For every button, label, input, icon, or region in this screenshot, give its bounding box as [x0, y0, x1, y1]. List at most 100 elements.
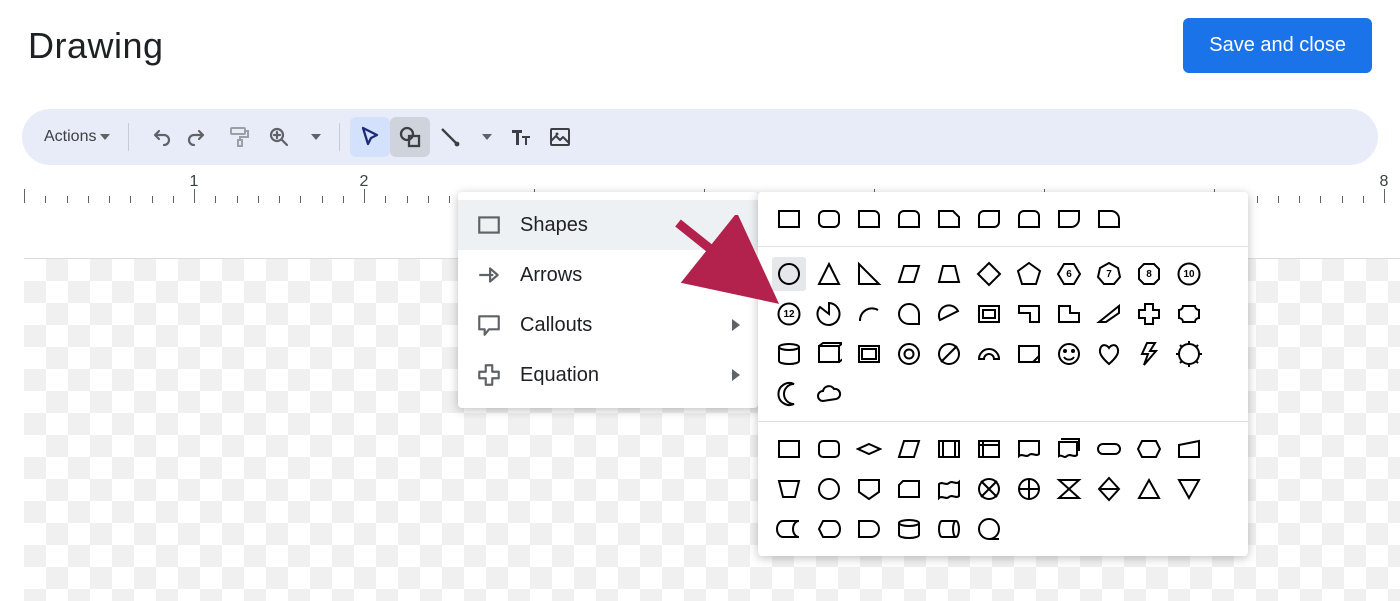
shape-arc[interactable]	[852, 297, 886, 331]
text-icon	[508, 125, 532, 149]
submenu-arrow-icon	[732, 319, 740, 331]
shape-summing[interactable]	[972, 472, 1006, 506]
shape-diamond[interactable]	[972, 257, 1006, 291]
shape-card[interactable]	[892, 472, 926, 506]
shape-display[interactable]	[812, 512, 846, 546]
shape-parallelogram[interactable]	[892, 257, 926, 291]
menu-item-equation[interactable]: Equation	[458, 350, 758, 400]
shape-tool-button[interactable]	[390, 117, 430, 157]
shape-manual-input[interactable]	[1172, 432, 1206, 466]
line-dropdown-button[interactable]	[470, 117, 500, 157]
save-and-close-button[interactable]: Save and close	[1183, 18, 1372, 73]
shape-cloud[interactable]	[812, 377, 846, 411]
shape-round-single-corner[interactable]	[852, 202, 886, 236]
image-tool-button[interactable]	[540, 117, 580, 157]
shape-snip-corner[interactable]	[932, 202, 966, 236]
shape-predefined[interactable]	[932, 432, 966, 466]
undo-button[interactable]	[139, 117, 179, 157]
redo-button[interactable]	[179, 117, 219, 157]
shape-hexagon-6[interactable]: 6	[1052, 257, 1086, 291]
shape-smiley[interactable]	[1052, 337, 1086, 371]
shape-lightning[interactable]	[1132, 337, 1166, 371]
shape-trapezoid[interactable]	[932, 257, 966, 291]
shape-off-page[interactable]	[852, 472, 886, 506]
shape-round-same-side[interactable]	[1012, 202, 1046, 236]
textbox-tool-button[interactable]	[500, 117, 540, 157]
menu-item-shapes[interactable]: Shapes	[458, 200, 758, 250]
shape-l-shape[interactable]	[1012, 297, 1046, 331]
shape-moon[interactable]	[772, 377, 806, 411]
shape-sequential-storage[interactable]	[972, 512, 1006, 546]
menu-item-arrows[interactable]: Arrows	[458, 250, 758, 300]
shape-rectangle[interactable]	[772, 202, 806, 236]
shape-direct-access[interactable]	[932, 512, 966, 546]
menu-label: Equation	[520, 364, 599, 387]
shape-preparation[interactable]	[1132, 432, 1166, 466]
shape-data[interactable]	[892, 432, 926, 466]
shape-sun[interactable]	[1172, 337, 1206, 371]
shape-triangle[interactable]	[812, 257, 846, 291]
shape-pie[interactable]	[812, 297, 846, 331]
shape-collate[interactable]	[1052, 472, 1086, 506]
shape-pentagon[interactable]	[1012, 257, 1046, 291]
shape-teardrop[interactable]	[892, 297, 926, 331]
shape-document[interactable]	[1012, 432, 1046, 466]
caret-down-icon	[482, 134, 492, 140]
shape-heptagon-7[interactable]: 7	[1092, 257, 1126, 291]
shape-connector[interactable]	[812, 472, 846, 506]
actions-menu-button[interactable]: Actions	[36, 117, 118, 157]
shape-right-triangle[interactable]	[852, 257, 886, 291]
shape-chord[interactable]	[932, 297, 966, 331]
shape-multi-document[interactable]	[1052, 432, 1086, 466]
paint-roller-icon	[227, 125, 251, 149]
shape-alt-process[interactable]	[812, 432, 846, 466]
svg-text:6: 6	[1066, 269, 1072, 280]
shape-dodecagon-12[interactable]: 12	[772, 297, 806, 331]
shape-folded-corner[interactable]	[1012, 337, 1046, 371]
zoom-button[interactable]	[259, 117, 299, 157]
shape-punched-tape[interactable]	[932, 472, 966, 506]
shape-ellipse[interactable]	[772, 257, 806, 291]
shape-frame[interactable]	[972, 297, 1006, 331]
shape-round-top[interactable]	[892, 202, 926, 236]
shape-process[interactable]	[772, 432, 806, 466]
shape-round-rect[interactable]	[812, 202, 846, 236]
shape-merge[interactable]	[1172, 472, 1206, 506]
shape-magnetic-disk[interactable]	[892, 512, 926, 546]
shape-manual-op[interactable]	[772, 472, 806, 506]
svg-text:12: 12	[783, 309, 795, 320]
shape-decision-thin[interactable]	[852, 432, 886, 466]
shape-half-round-alt[interactable]	[1092, 202, 1126, 236]
menu-label: Callouts	[520, 314, 592, 337]
svg-text:10: 10	[1183, 269, 1195, 280]
shape-or[interactable]	[1012, 472, 1046, 506]
menu-item-callouts[interactable]: Callouts	[458, 300, 758, 350]
shape-octagon-8[interactable]: 8	[1132, 257, 1166, 291]
submenu-arrow-icon	[732, 269, 740, 281]
shape-plus[interactable]	[1132, 297, 1166, 331]
shape-cylinder[interactable]	[772, 337, 806, 371]
shape-no-symbol[interactable]	[932, 337, 966, 371]
shape-sort[interactable]	[1092, 472, 1126, 506]
shape-corner[interactable]	[1052, 297, 1086, 331]
shape-half-round[interactable]	[1052, 202, 1086, 236]
shape-delay[interactable]	[852, 512, 886, 546]
shape-cube[interactable]	[812, 337, 846, 371]
shape-stored-data[interactable]	[772, 512, 806, 546]
shape-decagon-10[interactable]: 10	[1172, 257, 1206, 291]
shape-plaque[interactable]	[1172, 297, 1206, 331]
shape-round-diagonal[interactable]	[972, 202, 1006, 236]
rect-outline-icon	[476, 212, 502, 238]
shape-donut[interactable]	[892, 337, 926, 371]
zoom-dropdown-button[interactable]	[299, 117, 329, 157]
shape-terminator[interactable]	[1092, 432, 1126, 466]
select-tool-button[interactable]	[350, 117, 390, 157]
line-tool-button[interactable]	[430, 117, 470, 157]
shape-internal-storage[interactable]	[972, 432, 1006, 466]
shape-bevel[interactable]	[852, 337, 886, 371]
shape-block-arc[interactable]	[972, 337, 1006, 371]
shape-extract[interactable]	[1132, 472, 1166, 506]
paint-format-button[interactable]	[219, 117, 259, 157]
shape-diagonal-stripe[interactable]	[1092, 297, 1126, 331]
shape-heart[interactable]	[1092, 337, 1126, 371]
